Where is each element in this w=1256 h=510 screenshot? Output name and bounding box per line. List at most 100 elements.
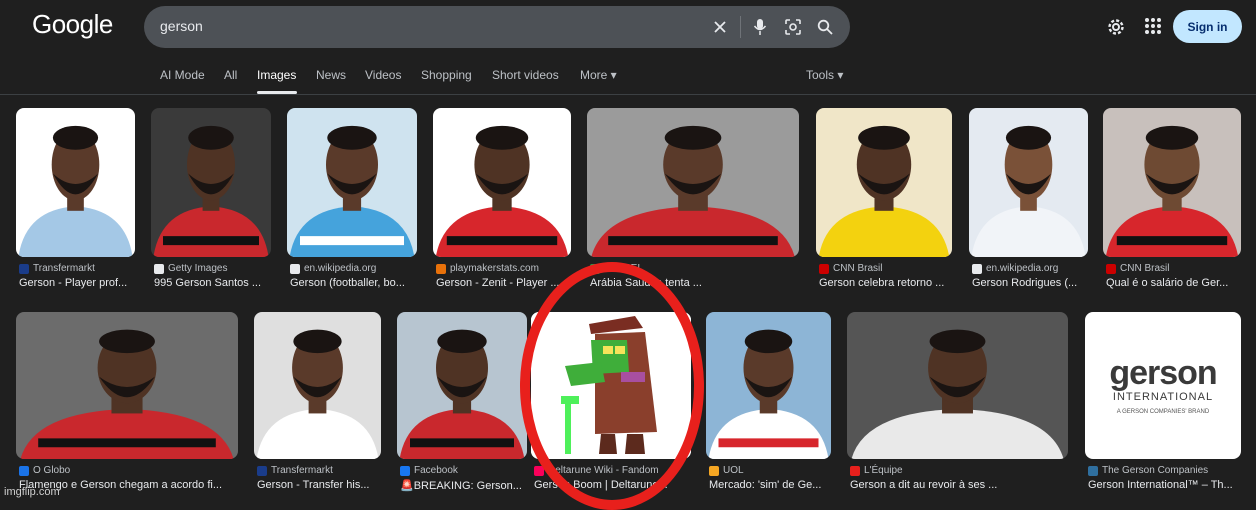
result-thumbnail[interactable] (397, 312, 527, 459)
result-title[interactable]: Qual é o salário de Ger... (1106, 277, 1240, 289)
gerson-brand-tagline: A GERSON COMPANIES' BRAND (1116, 409, 1210, 415)
result-title[interactable]: Gerson International™ – Th... (1088, 479, 1240, 491)
result-thumbnail[interactable] (1103, 108, 1241, 257)
search-icon[interactable] (815, 17, 835, 37)
source-favicon-icon (436, 263, 446, 274)
result-source[interactable]: Transfermarkt (257, 465, 333, 476)
result-thumbnail[interactable] (847, 312, 1068, 459)
result-title[interactable]: Gerson - Zenit - Player ... (436, 277, 570, 289)
source-favicon-icon (1088, 465, 1098, 476)
active-tab-indicator (257, 91, 297, 94)
result-thumbnail[interactable] (433, 108, 571, 257)
result-title[interactable]: Gerson - Player prof... (19, 277, 134, 289)
result-title[interactable]: Gerson a dit au revoir à ses ... (850, 479, 1067, 491)
image-result-card[interactable]: L'Équipe Gerson a dit au revoir à ses ... (847, 312, 1068, 499)
result-source-name: L'Équipe (864, 465, 903, 476)
image-result-card[interactable]: CNN Brasil Gerson celebra retorno ... (816, 108, 952, 297)
image-result-card[interactable]: gerson INTERNATIONAL A GERSON COMPANIES' B… (1085, 312, 1241, 499)
source-favicon-icon (709, 465, 719, 476)
image-result-card[interactable]: CNN Brasil Qual é o salário de Ger... (1103, 108, 1241, 297)
result-source-name: Facebook (414, 465, 458, 476)
image-result-card[interactable]: Transfermarkt Gerson - Player prof... (16, 108, 135, 297)
result-source-name: en.wikipedia.org (986, 263, 1059, 274)
result-source[interactable]: O Globo (19, 465, 70, 476)
result-title[interactable]: Gerson (footballer, bo... (290, 277, 416, 289)
watermark: imgflip.com (4, 486, 60, 498)
tab-shopping[interactable]: Shopping (421, 68, 472, 82)
result-source-name: playmakerstats.com (450, 263, 539, 274)
tools-button[interactable]: Tools ▾ (806, 68, 843, 82)
result-source-name: CNN Brasil (833, 263, 883, 274)
gerson-brand-sub: INTERNATIONAL (1112, 391, 1214, 403)
result-title[interactable]: 995 Gerson Santos ... (154, 277, 270, 289)
google-logo[interactable]: Google (32, 9, 113, 40)
gerson-brand-logo-text: gerson (1109, 354, 1217, 392)
result-title[interactable]: Gerson celebra retorno ... (819, 277, 951, 289)
result-source-name: Transfermarkt (271, 465, 333, 476)
source-favicon-icon (154, 263, 164, 274)
result-source[interactable]: Getty Images (154, 263, 227, 274)
search-tabs: AI Mode All Images News Videos Shopping … (0, 52, 1256, 95)
mic-icon[interactable] (750, 17, 770, 37)
result-thumbnail[interactable] (706, 312, 831, 459)
result-source[interactable]: CNN Brasil (1106, 263, 1169, 274)
image-result-card[interactable]: en.wikipedia.org Gerson Rodrigues (... (969, 108, 1088, 297)
search-input[interactable]: gerson (160, 18, 203, 34)
lens-icon[interactable] (783, 17, 803, 37)
result-title[interactable]: Mercado: 'sim' de Ge... (709, 479, 830, 491)
source-favicon-icon (400, 465, 410, 476)
result-source[interactable]: Transfermarkt (19, 263, 95, 274)
source-favicon-icon (257, 465, 267, 476)
tab-images[interactable]: Images (257, 68, 296, 82)
result-thumbnail[interactable] (587, 108, 799, 257)
image-result-card[interactable]: Facebook 🚨BREAKING: Gerson... (397, 312, 527, 499)
image-result-card[interactable]: O Globo Flamengo e Gerson chegam a acordo… (16, 312, 238, 499)
result-thumbnail[interactable] (254, 312, 381, 459)
clear-icon[interactable] (710, 17, 730, 37)
result-source[interactable]: playmakerstats.com (436, 263, 539, 274)
result-source[interactable]: CNN Brasil (819, 263, 882, 274)
result-thumbnail[interactable] (151, 108, 271, 257)
result-source[interactable]: en.wikipedia.org (290, 263, 376, 274)
result-source-name: CNN Brasil (1120, 263, 1170, 274)
tab-ai-mode[interactable]: AI Mode (160, 68, 205, 82)
result-title[interactable]: Gerson Rodrigues (... (972, 277, 1087, 289)
result-source[interactable]: The Gerson Companies (1088, 465, 1208, 476)
image-result-card[interactable]: UOL Mercado: 'sim' de Ge... (706, 312, 831, 499)
top-bar: Google gerson Sign in (0, 0, 1256, 52)
sign-in-button[interactable]: Sign in (1173, 10, 1242, 43)
apps-icon[interactable] (1144, 17, 1162, 35)
result-thumbnail[interactable] (16, 312, 238, 459)
source-favicon-icon (1106, 263, 1116, 274)
tab-short-videos[interactable]: Short videos (492, 68, 559, 82)
image-result-card[interactable]: playmakerstats.com Gerson - Zenit - Playe… (433, 108, 571, 297)
result-thumbnail[interactable]: gerson INTERNATIONAL A GERSON COMPANIES' B… (1085, 312, 1241, 459)
gear-icon[interactable] (1105, 16, 1127, 38)
tab-news[interactable]: News (316, 68, 346, 82)
image-result-card[interactable]: Getty Images 995 Gerson Santos ... (151, 108, 271, 297)
tab-videos[interactable]: Videos (365, 68, 401, 82)
red-circle-annotation (520, 262, 704, 510)
tab-all[interactable]: All (224, 68, 237, 82)
tab-more[interactable]: More ▾ (580, 68, 617, 82)
source-favicon-icon (819, 263, 829, 274)
result-thumbnail[interactable] (816, 108, 952, 257)
result-source-name: en.wikipedia.org (304, 263, 377, 274)
result-thumbnail[interactable] (16, 108, 135, 257)
result-source-name: Transfermarkt (33, 263, 95, 274)
result-source[interactable]: UOL (709, 465, 744, 476)
source-favicon-icon (19, 263, 29, 274)
image-result-card[interactable]: en.wikipedia.org Gerson (footballer, bo..… (287, 108, 417, 297)
result-source[interactable]: Facebook (400, 465, 458, 476)
result-thumbnail[interactable] (287, 108, 417, 257)
result-thumbnail[interactable] (969, 108, 1088, 257)
result-source[interactable]: L'Équipe (850, 465, 903, 476)
source-favicon-icon (290, 263, 300, 274)
search-box[interactable]: gerson (144, 6, 850, 48)
result-source[interactable]: en.wikipedia.org (972, 263, 1058, 274)
source-favicon-icon (19, 465, 29, 476)
result-title[interactable]: 🚨BREAKING: Gerson... (400, 479, 526, 492)
result-source-name: Getty Images (168, 263, 228, 274)
image-result-card[interactable]: Transfermarkt Gerson - Transfer his... (254, 312, 381, 499)
result-title[interactable]: Gerson - Transfer his... (257, 479, 380, 491)
